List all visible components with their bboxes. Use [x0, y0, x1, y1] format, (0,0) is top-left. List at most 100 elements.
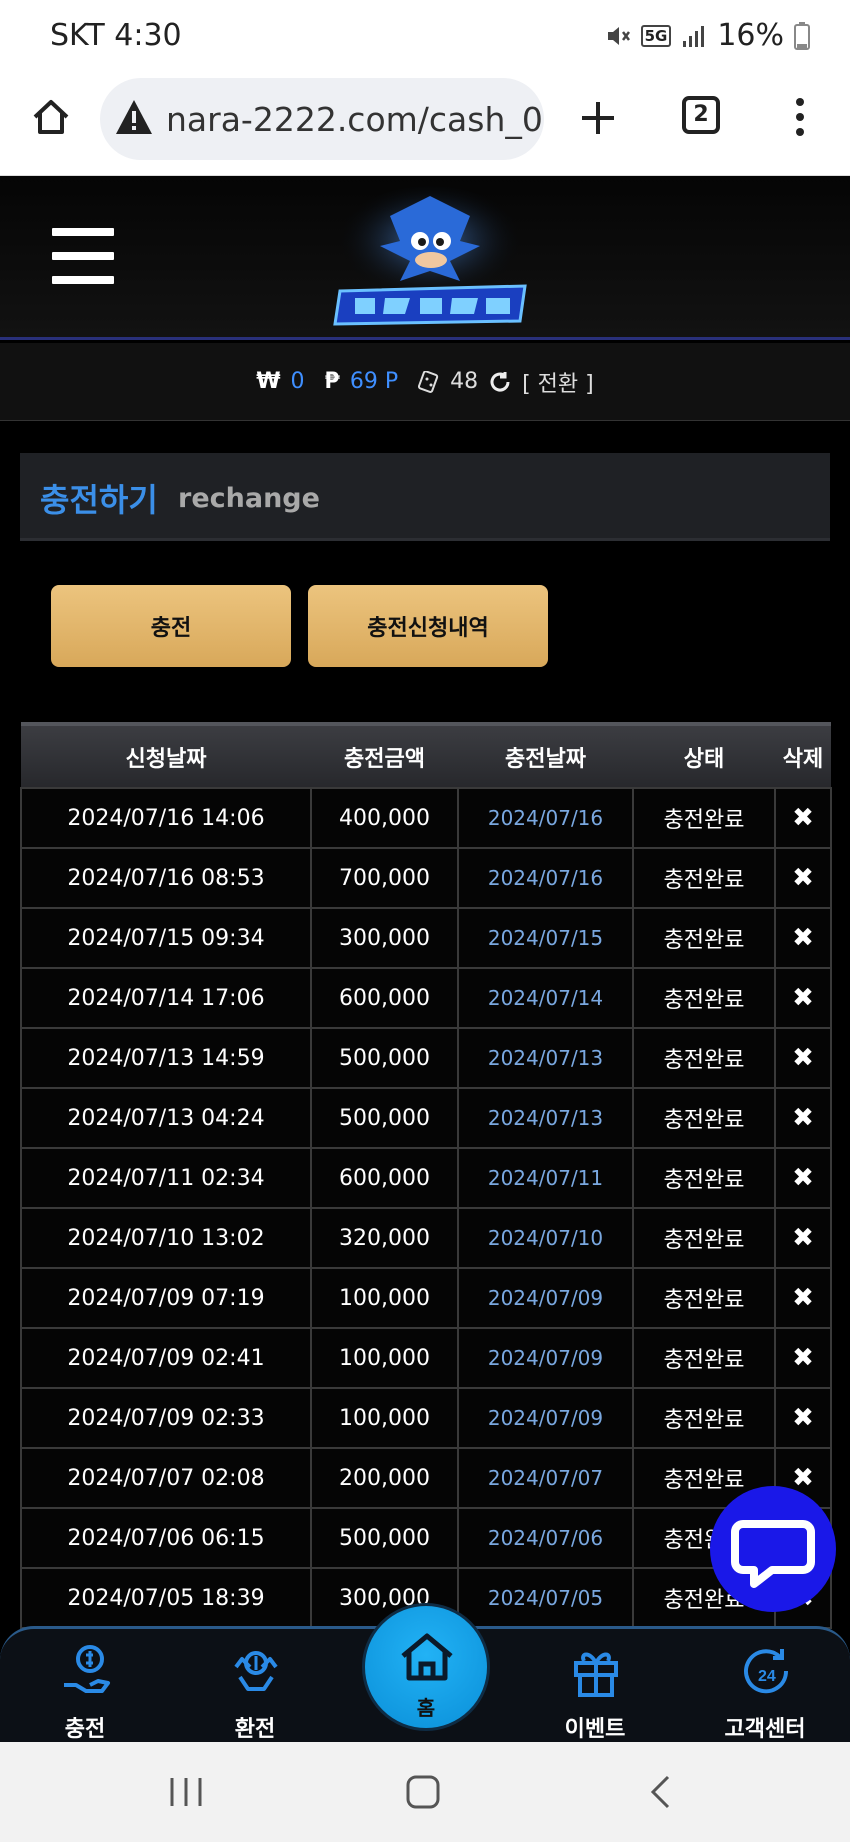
delete-icon[interactable]: ✖: [774, 967, 832, 1029]
cell-amount: 600,000: [310, 967, 459, 1029]
cell-request-date: 2024/07/09 02:41: [20, 1327, 312, 1389]
cell-status: 충전완료: [632, 967, 776, 1029]
cell-charge-date: 2024/07/13: [457, 1027, 634, 1089]
nav-event[interactable]: 이벤트: [535, 1629, 655, 1745]
cell-charge-date: 2024/07/16: [457, 787, 634, 849]
nav-exchange[interactable]: 환전: [195, 1629, 315, 1745]
cell-charge-date: 2024/07/14: [457, 967, 634, 1029]
cell-charge-date: 2024/07/13: [457, 1087, 634, 1149]
cell-amount: 320,000: [310, 1207, 459, 1269]
won-balance: 0: [290, 369, 305, 394]
gift-icon: [574, 1652, 618, 1697]
status-bar: SKT 4:30 5G 16%: [0, 0, 850, 72]
delete-icon[interactable]: ✖: [774, 1027, 832, 1089]
home-icon: [401, 1633, 453, 1681]
switch-link[interactable]: [ 전환 ]: [522, 366, 594, 398]
delete-icon[interactable]: ✖: [774, 907, 832, 969]
cell-status: 충전완료: [632, 1327, 776, 1389]
delete-icon[interactable]: ✖: [774, 847, 832, 909]
cell-charge-date: 2024/07/11: [457, 1147, 634, 1209]
cell-request-date: 2024/07/10 13:02: [20, 1207, 312, 1269]
warning-icon: [116, 100, 152, 134]
cell-amount: 200,000: [310, 1447, 459, 1509]
cell-request-date: 2024/07/11 02:34: [20, 1147, 312, 1209]
logo[interactable]: [320, 186, 540, 336]
refresh-icon[interactable]: [488, 370, 512, 394]
nav-charge[interactable]: 충전: [25, 1629, 145, 1745]
cell-status: 충전완료: [632, 1027, 776, 1089]
exchange-icon: [234, 1651, 278, 1691]
cell-amount: 100,000: [310, 1327, 459, 1389]
delete-icon[interactable]: ✖: [774, 1207, 832, 1269]
cell-request-date: 2024/07/07 02:08: [20, 1447, 312, 1509]
chat-button[interactable]: [710, 1486, 836, 1612]
tab-count-button[interactable]: 2: [682, 96, 720, 134]
cell-status: 충전완료: [632, 787, 776, 849]
home-nav-icon[interactable]: [405, 1774, 441, 1810]
cell-status: 충전완료: [632, 1147, 776, 1209]
cell-request-date: 2024/07/13 14:59: [20, 1027, 312, 1089]
table-header-row: 신청날짜 충전금액 충전날짜 상태 삭제: [21, 722, 831, 788]
network-badge: 5G: [640, 24, 672, 47]
header-amount: 충전금액: [311, 722, 458, 788]
nav-charge-label: 충전: [64, 1717, 106, 1742]
table-row: 2024/07/16 14:06 400,000 2024/07/16 충전완료 ✖: [20, 787, 832, 849]
battery-text: 16%: [717, 18, 784, 53]
hamburger-icon[interactable]: [52, 228, 114, 284]
cell-charge-date: 2024/07/05: [457, 1567, 634, 1629]
cell-status: 충전완료: [632, 1207, 776, 1269]
nav-home-label: 홈: [416, 1696, 436, 1720]
cell-charge-date: 2024/07/09: [457, 1267, 634, 1329]
table-row: 2024/07/09 07:19 100,000 2024/07/09 충전완료 ✖: [20, 1267, 832, 1329]
table-row: 2024/07/15 09:34 300,000 2024/07/15 충전완료 ✖: [20, 907, 832, 969]
cell-request-date: 2024/07/09 02:33: [20, 1387, 312, 1449]
cell-request-date: 2024/07/16 14:06: [20, 787, 312, 849]
delete-icon[interactable]: ✖: [774, 1267, 832, 1329]
nav-support-label: 고객센터: [724, 1717, 806, 1742]
new-tab-icon[interactable]: [578, 98, 618, 138]
delete-icon[interactable]: ✖: [774, 1387, 832, 1449]
point-symbol: ₱: [324, 369, 340, 394]
back-icon[interactable]: [648, 1774, 672, 1810]
delete-icon[interactable]: ✖: [774, 1087, 832, 1149]
delete-icon[interactable]: ✖: [774, 1327, 832, 1389]
browser-toolbar: nara-2222.com/cash_01. 2: [0, 72, 850, 176]
nav-support[interactable]: 24 고객센터: [705, 1629, 825, 1745]
cell-charge-date: 2024/07/06: [457, 1507, 634, 1569]
cell-charge-date: 2024/07/07: [457, 1447, 634, 1509]
delete-icon[interactable]: ✖: [774, 1147, 832, 1209]
recent-apps-icon[interactable]: [168, 1776, 204, 1808]
table-row: 2024/07/09 02:33 100,000 2024/07/09 충전완료 ✖: [20, 1387, 832, 1449]
support-24-icon: 24: [744, 1649, 789, 1694]
header-status: 상태: [633, 722, 775, 788]
cell-request-date: 2024/07/16 08:53: [20, 847, 312, 909]
site-header: [0, 176, 850, 340]
delete-icon[interactable]: ✖: [774, 787, 832, 849]
cell-request-date: 2024/07/15 09:34: [20, 907, 312, 969]
point-balance: 69 P: [349, 369, 399, 394]
cell-status: 충전완료: [632, 1267, 776, 1329]
cell-charge-date: 2024/07/09: [457, 1327, 634, 1389]
cell-charge-date: 2024/07/10: [457, 1207, 634, 1269]
cell-request-date: 2024/07/05 18:39: [20, 1567, 312, 1629]
home-icon[interactable]: [30, 96, 72, 138]
won-symbol: ₩: [256, 369, 281, 394]
more-menu-icon[interactable]: [790, 96, 810, 138]
address-bar[interactable]: nara-2222.com/cash_01.: [100, 78, 544, 160]
url-text: nara-2222.com/cash_01.: [166, 100, 544, 139]
cell-status: 충전완료: [632, 1387, 776, 1449]
charge-history-button[interactable]: 충전신청내역: [308, 585, 548, 667]
section-title-en: rechange: [178, 483, 320, 514]
charge-button[interactable]: 충전: [51, 585, 291, 667]
section-title-ko: 충전하기: [40, 481, 158, 519]
cell-request-date: 2024/07/13 04:24: [20, 1087, 312, 1149]
svg-text:24: 24: [758, 1668, 776, 1685]
signal-icon: [683, 25, 705, 47]
battery-icon: [794, 21, 810, 50]
cell-status: 충전완료: [632, 1087, 776, 1149]
table-row: 2024/07/14 17:06 600,000 2024/07/14 충전완료 ✖: [20, 967, 832, 1029]
cell-request-date: 2024/07/14 17:06: [20, 967, 312, 1029]
table-row: 2024/07/13 14:59 500,000 2024/07/13 충전완료 ✖: [20, 1027, 832, 1089]
table-row: 2024/07/11 02:34 600,000 2024/07/11 충전완료 ✖: [20, 1147, 832, 1209]
nav-home[interactable]: 홈: [362, 1603, 490, 1731]
